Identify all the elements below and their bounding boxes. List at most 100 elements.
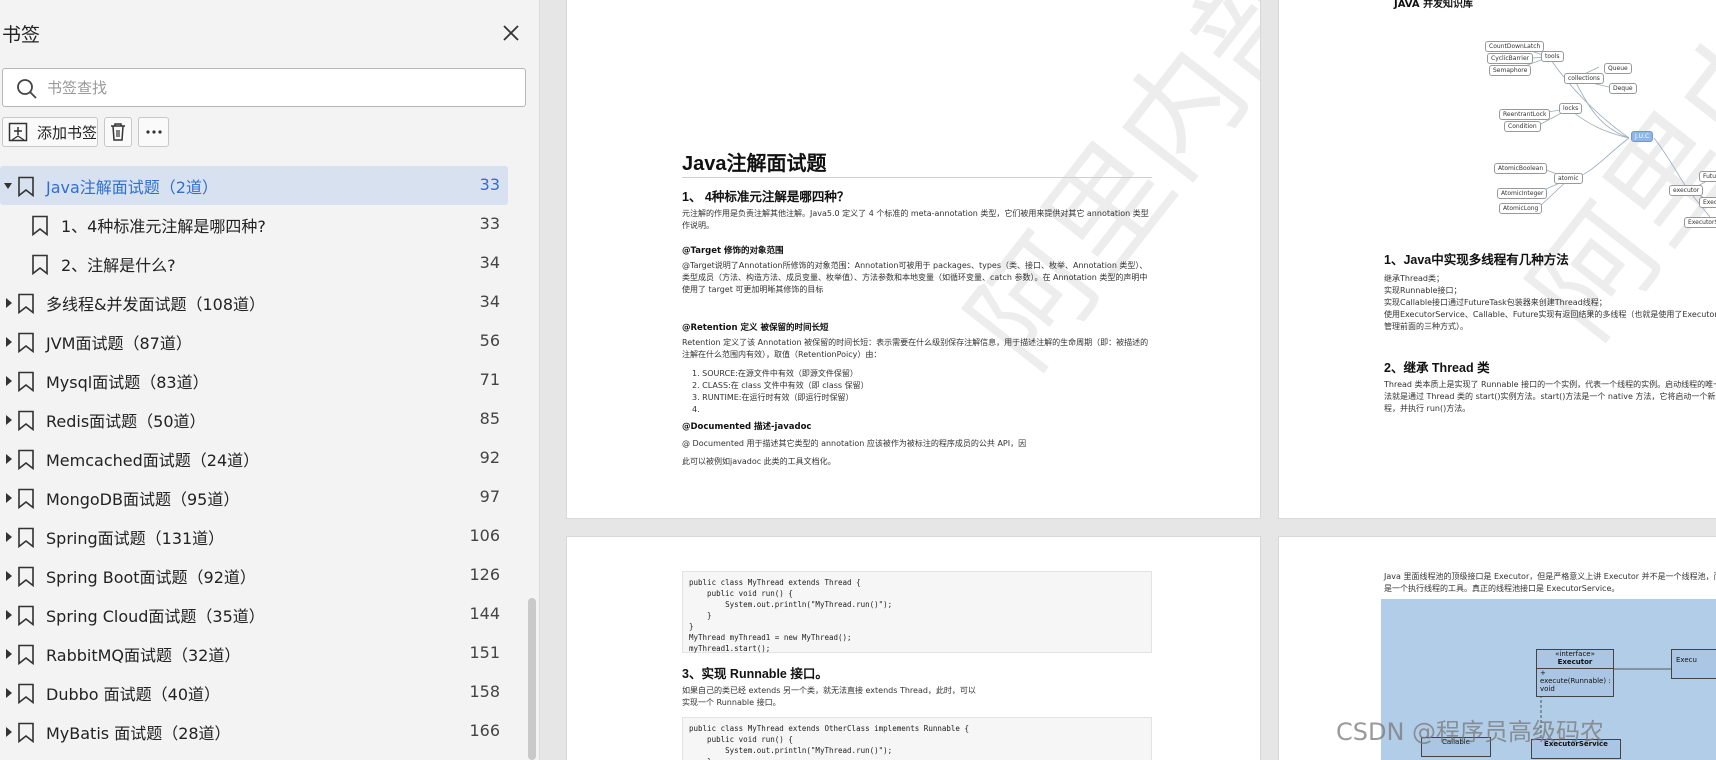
subheading: @Retention 定义 被保留的时间长短 xyxy=(682,323,829,333)
collapsed-arrow-icon[interactable] xyxy=(3,297,13,309)
mind-map-leaf-node: Executor xyxy=(1699,197,1716,208)
bookmark-item[interactable]: MongoDB面试题（95道） 97 xyxy=(0,478,508,517)
bookmark-icon xyxy=(18,683,34,704)
list-item: 管理前面的三种方式）。 xyxy=(1384,322,1468,331)
collapsed-arrow-icon[interactable] xyxy=(3,609,13,621)
collapsed-arrow-icon[interactable] xyxy=(3,336,13,348)
document-page: public class MyThread extends Thread { p… xyxy=(566,536,1261,760)
document-page: 阿里内部 Java注解面试题 1、 4种标准元注解是哪四种？ 元注解的作用是负责… xyxy=(566,0,1261,519)
bookmark-page-number: 126 xyxy=(469,565,500,584)
code-line: } xyxy=(689,622,694,631)
bookmark-icon xyxy=(18,332,34,353)
bookmark-item[interactable]: 多线程&并发面试题（108道） 34 xyxy=(0,283,508,322)
collapsed-arrow-icon[interactable] xyxy=(3,570,13,582)
bookmark-item[interactable]: RabbitMQ面试题（32道） 151 xyxy=(0,634,508,673)
bookmark-sidebar: 书签 添加书签 Java注解面试题（2道） 33 1、4种 xyxy=(0,0,540,760)
paragraph: 此可以被例如javadoc 此类的工具文档化。 xyxy=(682,457,836,466)
mind-map-leaf-node: Semaphore xyxy=(1489,65,1532,76)
bookmark-item[interactable]: Spring面试题（131道） 106 xyxy=(0,517,508,556)
bookmark-search-box[interactable] xyxy=(2,68,526,107)
question-heading: 1、Java中实现多线程有几种方法 xyxy=(1384,253,1569,267)
bookmark-item[interactable]: Redis面试题（50道） 85 xyxy=(0,400,508,439)
bookmark-item[interactable]: Java注解面试题（2道） 33 xyxy=(0,166,508,205)
code-line: System.out.println("MyThread.run()"); xyxy=(689,600,893,609)
expanded-arrow-icon[interactable] xyxy=(3,180,13,192)
paragraph: Java 里面线程池的顶级接口是 Executor，但是严格意义上讲 Execu… xyxy=(1384,572,1716,593)
collapsed-arrow-icon[interactable] xyxy=(3,531,13,543)
collapsed-arrow-icon[interactable] xyxy=(3,687,13,699)
mind-map-leaf-node: CyclicBarrier xyxy=(1487,53,1534,64)
bookmark-item[interactable]: MyBatis 面试题（28道） 166 xyxy=(0,712,508,751)
bookmark-label: Spring面试题（131道） xyxy=(46,529,225,548)
uml-stereotype: «interface» xyxy=(1555,650,1595,658)
bookmark-icon xyxy=(18,605,34,626)
bookmark-icon xyxy=(18,293,34,314)
bookmark-item[interactable]: Spring Cloud面试题（35道） 144 xyxy=(0,595,508,634)
list-item: 实现Runnable接口； xyxy=(1384,286,1462,295)
list-item: 使用ExecutorService、Callable、Future实现有返回结果… xyxy=(1384,310,1716,319)
mind-map-leaf-node: Condition xyxy=(1504,121,1541,132)
bookmark-page-number: 144 xyxy=(469,604,500,623)
paragraph: 元注解的作用是负责注解其他注解。Java5.0 定义了 4 个标准的 meta-… xyxy=(682,209,1149,230)
collapsed-arrow-icon[interactable] xyxy=(3,492,13,504)
more-options-button[interactable] xyxy=(138,117,169,147)
bookmark-item[interactable]: Mysql面试题（83道） 71 xyxy=(0,361,508,400)
uml-executor-box: «interface» Executor + execute(Runnable)… xyxy=(1536,649,1614,697)
list-item: 2. CLASS:在 class 文件中有效（即 class 保留） xyxy=(692,381,869,390)
bookmark-label: Redis面试题（50道） xyxy=(46,412,206,431)
collapsed-arrow-icon[interactable] xyxy=(3,648,13,660)
mind-map-leaf-node: ReentrantLock xyxy=(1499,109,1551,120)
bookmark-label: MongoDB面试题（95道） xyxy=(46,490,240,509)
bookmark-item[interactable]: 2、注解是什么? 34 xyxy=(0,244,508,283)
bookmark-page-number: 33 xyxy=(479,175,500,194)
uml-class-name: Executor xyxy=(1557,658,1593,666)
bookmark-icon xyxy=(18,722,34,743)
bookmark-icon xyxy=(18,176,34,197)
bookmark-item[interactable]: JVM面试题（87道） 56 xyxy=(0,322,508,361)
csdn-watermark: CSDN @程序员高级码农 xyxy=(1336,718,1605,746)
bookmark-label: JVM面试题（87道） xyxy=(46,334,192,353)
bookmark-page-number: 56 xyxy=(479,331,500,350)
more-icon xyxy=(145,130,162,134)
mind-map-leaf-node: Future xyxy=(1699,171,1716,182)
add-bookmark-icon xyxy=(8,122,28,142)
sidebar-scrollbar[interactable] xyxy=(528,598,536,760)
section-title: Java注解面试题 xyxy=(682,153,827,175)
bookmark-page-number: 97 xyxy=(479,487,500,506)
bookmark-icon xyxy=(18,644,34,665)
mind-map-leaf-node: Deque xyxy=(1609,83,1637,94)
mind-map-center-node: J.U.C xyxy=(1631,131,1654,142)
bookmark-item[interactable]: Dubbo 面试题（40道） 158 xyxy=(0,673,508,712)
code-block: public class MyThread extends OtherClass… xyxy=(682,717,1152,760)
document-viewer[interactable]: 阿里内部 Java注解面试题 1、 4种标准元注解是哪四种？ 元注解的作用是负责… xyxy=(541,0,1716,760)
add-bookmark-button[interactable]: 添加书签 xyxy=(2,117,98,147)
collapsed-arrow-icon[interactable] xyxy=(3,453,13,465)
bookmark-page-number: 151 xyxy=(469,643,500,662)
mind-map-branch-node: collections xyxy=(1564,73,1604,84)
bookmark-page-number: 92 xyxy=(479,448,500,467)
bookmark-page-number: 158 xyxy=(469,682,500,701)
code-line: } xyxy=(689,611,712,620)
bookmark-label: Spring Cloud面试题（35道） xyxy=(46,607,265,626)
list-item: 1. SOURCE:在源文件中有效（即源文件保留） xyxy=(692,369,858,378)
mind-map-leaf-node: CountDownLatch xyxy=(1485,41,1545,52)
bookmark-item[interactable]: 1、4种标准元注解是哪四种? 33 xyxy=(0,205,508,244)
bookmark-item[interactable]: Memcached面试题（24道） 92 xyxy=(0,439,508,478)
collapsed-arrow-icon[interactable] xyxy=(3,726,13,738)
bookmark-icon xyxy=(18,566,34,587)
collapsed-arrow-icon[interactable] xyxy=(3,375,13,387)
collapsed-arrow-icon[interactable] xyxy=(3,414,13,426)
code-line: myThread1.start(); xyxy=(689,644,771,653)
list-item: 实现Callable接口通过FutureTask包装器来创建Thread线程； xyxy=(1384,298,1607,307)
bookmark-icon xyxy=(32,254,48,275)
bookmark-search-input[interactable] xyxy=(47,73,507,103)
bookmark-item[interactable]: Spring Boot面试题（92道） 126 xyxy=(0,556,508,595)
bookmark-icon xyxy=(18,488,34,509)
sidebar-title: 书签 xyxy=(2,24,41,46)
mind-map-leaf-node: ExecutorService xyxy=(1684,217,1716,228)
mind-map-leaf-node: AtomicInteger xyxy=(1497,188,1548,199)
delete-bookmark-button[interactable] xyxy=(104,117,132,147)
list-item: 4. xyxy=(692,405,700,414)
close-icon[interactable] xyxy=(498,20,524,46)
bookmark-label: 2、注解是什么? xyxy=(61,256,176,275)
